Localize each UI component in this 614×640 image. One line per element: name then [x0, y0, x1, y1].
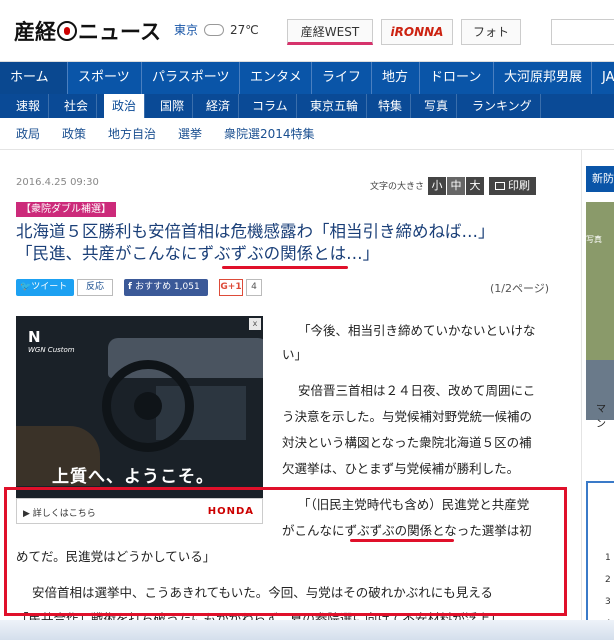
print-label: 印刷	[508, 178, 531, 192]
nav2-international[interactable]: 国際	[152, 94, 194, 118]
nav3-lower-house-2014[interactable]: 衆院選2014特集	[224, 118, 315, 150]
font-size-large-button[interactable]: 大	[466, 176, 485, 195]
nav2-column[interactable]: コラム	[244, 94, 297, 118]
nav2-economy[interactable]: 経済	[198, 94, 240, 118]
rank-number[interactable]: 1	[605, 553, 611, 563]
nav-home[interactable]: ホーム	[0, 62, 68, 94]
weather-widget[interactable]: 東京 27℃	[174, 21, 259, 38]
site-header: 産経 ニュース 東京 27℃ 産経WEST iRONNA フォト	[0, 0, 614, 62]
weather-temp: 27℃	[230, 23, 259, 37]
nav-life[interactable]: ライフ	[312, 62, 372, 94]
font-size-controls: 文字の大きさ小中大 印刷	[370, 175, 537, 195]
gplus-button[interactable]: G+1	[219, 279, 243, 296]
gplus-count: 4	[246, 279, 262, 296]
headline-highlight-underline	[222, 266, 348, 269]
rank-number[interactable]: 2	[605, 575, 611, 585]
nav-primary: ホーム スポーツ パラスポーツ エンタメ ライフ 地方 ドローン 大河原邦男展 …	[0, 62, 614, 94]
headline-line-1: 北海道５区勝利も安倍首相は危機感露わ「相当引き締めねば…」	[16, 222, 495, 241]
nav2-tokyo-olympics[interactable]: 東京五輪	[302, 94, 368, 118]
printer-icon	[495, 181, 506, 190]
nav2-politics[interactable]: 政治	[104, 94, 146, 118]
facebook-button[interactable]: f おすすめ 1,051	[124, 279, 208, 296]
facebook-label: おすすめ 1,051	[135, 282, 200, 292]
cloud-icon	[204, 24, 225, 36]
nav-drone[interactable]: ドローン	[420, 62, 494, 94]
nav-secondary: 速報 社会 政治 国際 経済 コラム 東京五輪 特集 写真 ランキング	[0, 94, 614, 118]
ext-tab-photo[interactable]: フォト	[461, 19, 521, 45]
taskbar-strip	[0, 620, 614, 640]
ad-copy: 上質へ、ようこそ。	[52, 467, 214, 487]
paragraph-line: 対決という構図となった衆院北海道５区の補	[282, 435, 532, 450]
ad-close-icon[interactable]: x	[249, 318, 261, 330]
nav-sports[interactable]: スポーツ	[68, 62, 142, 94]
nav-para-sports[interactable]: パラスポーツ	[142, 62, 240, 94]
nav2-society[interactable]: 社会	[56, 94, 98, 118]
highlight-box	[4, 487, 567, 616]
logo-mark-icon	[57, 21, 77, 41]
paragraph-line: 安倍晋三首相は２４日夜、改めて周囲にこ	[298, 383, 536, 398]
site-logo[interactable]: 産経 ニュース	[14, 16, 161, 46]
sidebar-caption: 写真	[586, 235, 602, 244]
nav-local[interactable]: 地方	[372, 62, 420, 94]
print-button[interactable]: 印刷	[489, 176, 537, 195]
ad-brand-logo: N WGN Custom	[28, 328, 75, 354]
right-sidebar: 新防 写真 マン 1 2 3 4	[581, 150, 614, 640]
article-date: 2016.4.25 09:30	[16, 177, 99, 188]
font-size-label: 文字の大きさ	[370, 182, 425, 192]
headline-line-2: 「民進、共産がこんなにずぶずぶの関係とは…」	[16, 244, 380, 263]
nav3-seikyoku[interactable]: 政局	[16, 118, 40, 150]
nav3-election[interactable]: 選挙	[178, 118, 202, 150]
tweet-label: ツイート	[31, 282, 68, 292]
article-headline: 北海道５区勝利も安倍首相は危機感露わ「相当引き締めねば…」 「民進、共産がこんな…	[16, 221, 561, 265]
logo-text-post: ニュース	[78, 20, 161, 44]
rank-number[interactable]: 3	[605, 597, 611, 607]
nav3-local-gov[interactable]: 地方自治	[108, 118, 156, 150]
category-tag[interactable]: 【衆院ダブル補選】	[16, 202, 116, 217]
nav-tertiary: 政局 政策 地方自治 選挙 衆院選2014特集	[0, 118, 614, 150]
sidebar-label[interactable]: マン	[596, 400, 614, 430]
font-size-small-button[interactable]: 小	[428, 176, 447, 195]
paragraph-line: 「今後、相当引き締めていかないといけな	[298, 323, 536, 338]
nav-ja[interactable]: JA	[592, 62, 614, 94]
sidebar-head[interactable]: 新防	[586, 166, 614, 192]
paragraph-line: 欠選挙は、ひとまず与党候補が勝利した。	[282, 461, 520, 476]
facebook-icon: f	[128, 282, 136, 292]
nav-okawara[interactable]: 大河原邦男展	[494, 62, 592, 94]
sidebar-ranking-box: 1 2 3 4	[586, 481, 614, 640]
logo-text-pre: 産経	[14, 20, 56, 44]
nav3-policy[interactable]: 政策	[62, 118, 86, 150]
nav-entame[interactable]: エンタメ	[240, 62, 312, 94]
nav2-features[interactable]: 特集	[370, 94, 412, 118]
weather-city: 東京	[174, 23, 199, 37]
page-indicator: (1/2ページ)	[490, 282, 550, 295]
nav2-ranking[interactable]: ランキング	[464, 94, 541, 118]
ext-tab-ronna[interactable]: iRONNA	[381, 19, 453, 45]
ext-tab-west[interactable]: 産経WEST	[287, 19, 373, 45]
search-input[interactable]	[551, 19, 614, 45]
steering-hub-icon	[134, 392, 162, 420]
paragraph-line: い」	[282, 347, 308, 362]
tweet-button[interactable]: 🐦ツイート	[16, 279, 74, 296]
nav2-breaking[interactable]: 速報	[8, 94, 50, 118]
paragraph-line: う決意を示した。与党候補対野党統一候補の	[282, 409, 533, 424]
nav2-photos[interactable]: 写真	[416, 94, 458, 118]
tweet-count[interactable]: 反応	[77, 279, 113, 296]
font-size-medium-button[interactable]: 中	[447, 176, 466, 195]
twitter-icon: 🐦	[20, 282, 32, 292]
